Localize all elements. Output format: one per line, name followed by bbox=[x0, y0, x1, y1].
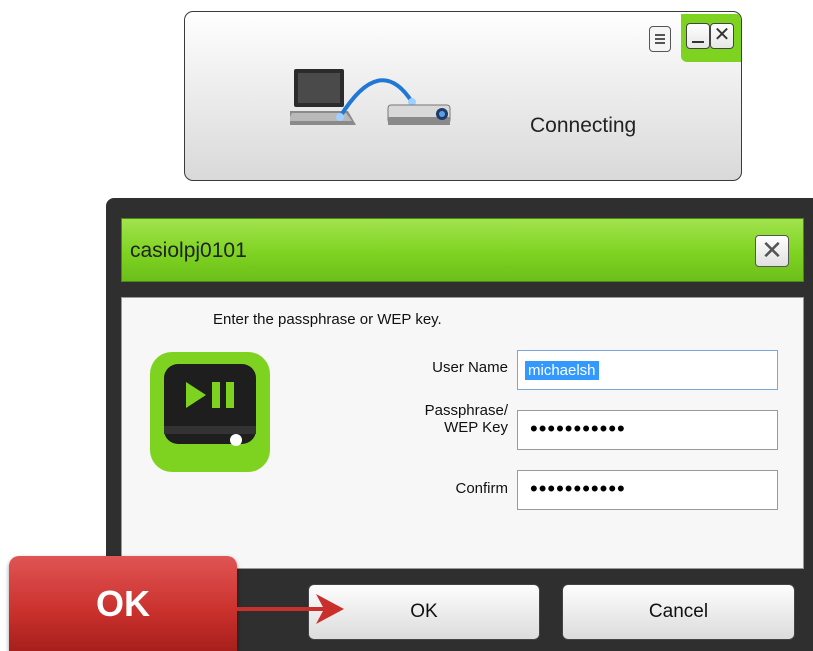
play-pause-icon bbox=[150, 352, 270, 472]
dialog-panel: Enter the passphrase or WEP key. User Na… bbox=[121, 297, 804, 569]
passphrase-label-line2: WEP Key bbox=[444, 419, 508, 436]
user-name-input[interactable]: michaelsh bbox=[517, 350, 778, 390]
dialog-title: casiolpj0101 bbox=[130, 239, 247, 262]
minimize-button[interactable] bbox=[686, 23, 710, 49]
close-button[interactable]: ✕ bbox=[710, 23, 734, 49]
dialog-close-button[interactable]: ✕ bbox=[755, 235, 789, 267]
menu-button[interactable] bbox=[649, 26, 671, 52]
connection-window: ✕ Connecting bbox=[184, 11, 742, 181]
passphrase-label-line1: Passphrase/ bbox=[424, 402, 508, 419]
connection-status: Connecting bbox=[530, 114, 637, 137]
dialog-prompt: Enter the passphrase or WEP key. bbox=[213, 311, 442, 328]
ok-callout: OK bbox=[9, 556, 237, 651]
confirm-input[interactable]: ••••••••••• bbox=[517, 470, 778, 510]
passphrase-input[interactable]: ••••••••••• bbox=[517, 410, 778, 450]
dialog-titlebar: casiolpj0101 ✕ bbox=[121, 218, 804, 282]
confirm-value: ••••••••••• bbox=[530, 476, 626, 501]
confirm-label: Confirm bbox=[455, 480, 508, 497]
arrow-right-icon bbox=[236, 594, 344, 624]
user-name-value: michaelsh bbox=[525, 361, 599, 380]
laptop-projector-icon bbox=[290, 69, 451, 125]
cancel-button[interactable]: Cancel bbox=[562, 584, 795, 640]
user-name-label: User Name bbox=[432, 359, 508, 376]
passphrase-value: ••••••••••• bbox=[530, 416, 626, 441]
